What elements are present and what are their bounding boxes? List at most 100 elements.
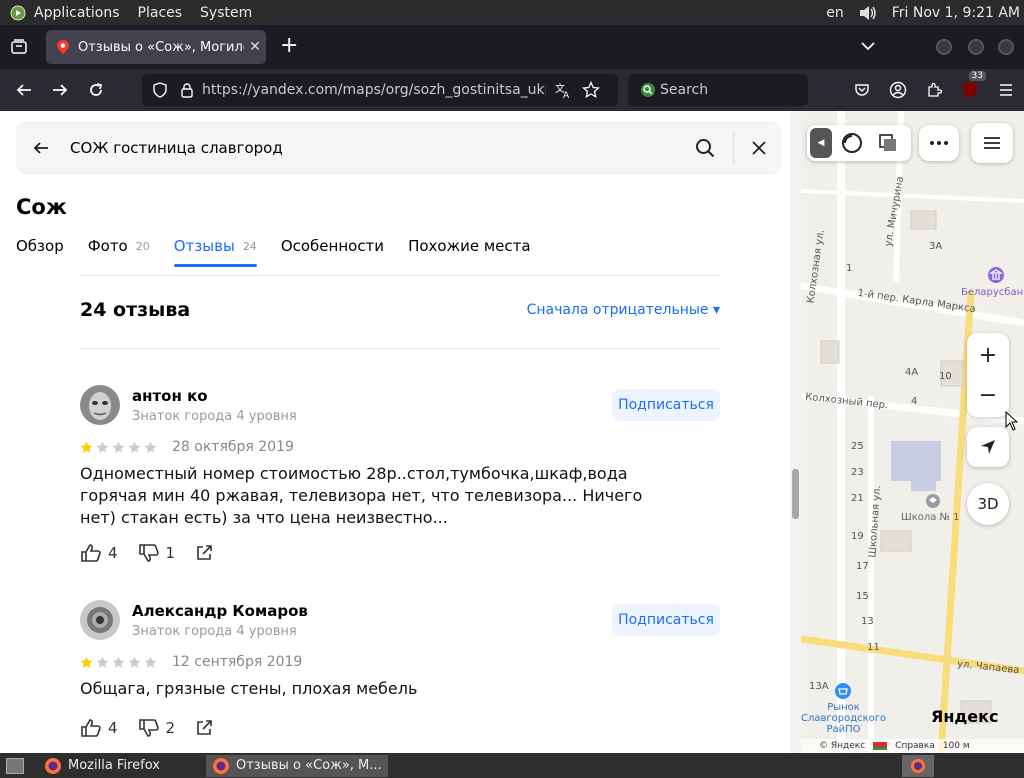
panel-scrollbar[interactable] (790, 111, 801, 753)
volume-icon[interactable] (858, 4, 878, 22)
tab-reviews[interactable]: Отзывы 24 (173, 237, 257, 267)
panorama-icon[interactable] (840, 131, 864, 155)
like-button[interactable]: 4 (80, 718, 118, 738)
app-menu-button[interactable] (988, 74, 1024, 106)
poi-label[interactable]: Рынок Славгородского РайПО (801, 702, 886, 735)
map-more-button[interactable] (919, 125, 959, 161)
applications-icon[interactable] (10, 5, 26, 21)
help-link[interactable]: Справка (895, 741, 935, 751)
rating-stars (80, 441, 157, 454)
account-button[interactable] (880, 74, 916, 106)
web-page: СОЖ гостиница славгород Сож Обзор Фото 20… (0, 111, 1024, 753)
browser-tab-active[interactable]: Отзывы о «Сож», Могилёв ✕ (46, 30, 266, 64)
tab-features[interactable]: Особенности (281, 237, 384, 267)
my-location-button[interactable] (967, 427, 1009, 467)
school-poi-icon[interactable] (925, 493, 941, 509)
show-desktop-icon[interactable] (6, 757, 24, 774)
menu-applications[interactable]: Applications (34, 5, 120, 21)
navigation-arrow-icon (981, 440, 995, 454)
window-maximize-button[interactable] (968, 39, 984, 55)
star-empty-icon (128, 441, 141, 453)
review-author[interactable]: Александр Комаров (132, 602, 308, 620)
tab-photos[interactable]: Фото 20 (88, 237, 150, 267)
review-item: Александр Комаров Знаток города 4 уровня… (80, 600, 720, 750)
maps-search-box[interactable]: СОЖ гостиница славгород (16, 121, 782, 175)
sort-dropdown[interactable]: Сначала отрицательные ▾ (527, 302, 720, 318)
tab-overview[interactable]: Обзор (16, 237, 64, 267)
avatar-image (80, 600, 120, 640)
author-level: Знаток города 4 уровня (132, 409, 297, 424)
menu-system[interactable]: System (200, 5, 252, 21)
taskbar-item-label: Mozilla Firefox (68, 758, 160, 773)
menu-places[interactable]: Places (138, 5, 183, 21)
tab-label: Похожие места (408, 237, 531, 255)
search-icon[interactable] (695, 138, 715, 158)
back-button[interactable] (6, 74, 42, 106)
close-icon[interactable] (752, 141, 766, 155)
translate-icon[interactable]: 文 A (554, 81, 572, 99)
reload-button[interactable] (78, 74, 114, 106)
url-text[interactable]: https://yandex.com/maps/org/sozh_gostini… (202, 82, 546, 98)
poi-label[interactable]: Школа № 1 (901, 512, 960, 523)
map-3d-button[interactable]: 3D (967, 483, 1009, 525)
taskbar-item-page[interactable]: Отзывы о «Сож», М... (206, 754, 388, 777)
tab-similar-places[interactable]: Похожие места (408, 237, 531, 267)
share-button[interactable] (195, 719, 213, 737)
zoom-in-button[interactable]: + (979, 335, 997, 375)
back-arrow-icon[interactable] (32, 140, 50, 156)
list-all-tabs-icon[interactable] (860, 41, 876, 51)
yandex-maps-pin-icon (57, 40, 69, 54)
org-tabs: Обзор Фото 20 Отзывы 24 Особенности Похожи… (16, 237, 555, 267)
bookmark-star-icon[interactable] (582, 81, 600, 99)
house-number: 1 (846, 263, 853, 274)
forward-button[interactable] (42, 74, 78, 106)
avatar[interactable] (80, 600, 120, 640)
bank-poi-icon[interactable] (987, 266, 1005, 284)
review-author[interactable]: антон ко (132, 387, 208, 405)
search-engine-icon (641, 83, 655, 97)
header-divider (80, 348, 720, 349)
clock[interactable]: Fri Nov 1, 9:21 AM (892, 5, 1020, 21)
shield-icon[interactable] (152, 82, 168, 98)
subscribe-button[interactable]: Подписаться (612, 389, 720, 421)
poi-label[interactable]: Беларусбан (961, 287, 1023, 298)
house-number: 23 (851, 467, 864, 478)
tab-close-icon[interactable]: ✕ (244, 39, 266, 55)
yandex-logo: Яндекс (931, 707, 999, 726)
house-number: 13 (861, 616, 874, 627)
house-number: 11 (867, 642, 880, 653)
map-menu-button[interactable] (971, 123, 1013, 163)
ublock-extension-button[interactable]: 33 (952, 71, 988, 106)
dislike-button[interactable]: 1 (138, 543, 175, 563)
map-view[interactable]: Колхозная ул. ул. Мичурина 1-й пер. Карл… (801, 111, 1024, 753)
share-button[interactable] (195, 544, 213, 562)
layers-icon[interactable] (878, 133, 898, 153)
extensions-button[interactable] (916, 74, 952, 106)
zoom-out-button[interactable]: − (979, 375, 997, 415)
pocket-button[interactable] (844, 74, 880, 106)
subscribe-button[interactable]: Подписаться (612, 604, 720, 636)
browser-navigation-bar: https://yandex.com/maps/org/sozh_gostini… (0, 69, 1024, 111)
review-text: Одноместный номер стоимостью 28р..стол,т… (80, 464, 643, 527)
workspace-switcher[interactable] (902, 754, 934, 777)
lock-icon[interactable] (180, 82, 194, 98)
copyright-text[interactable]: © Яндекс (819, 741, 865, 751)
window-minimize-button[interactable] (936, 39, 952, 55)
window-close-button[interactable] (998, 39, 1014, 55)
toolbar-actions: 33 (844, 71, 1024, 106)
scrollbar-thumb[interactable] (792, 469, 799, 519)
collapse-panel-button[interactable]: ◀ (810, 128, 832, 158)
avatar[interactable] (80, 385, 120, 425)
url-bar[interactable]: https://yandex.com/maps/org/sozh_gostini… (142, 74, 618, 106)
rating-stars (80, 656, 157, 669)
search-query-text[interactable]: СОЖ гостиница славгород (70, 139, 695, 157)
web-search-bar[interactable]: Search (628, 74, 808, 106)
keyboard-layout-indicator[interactable]: en (826, 5, 844, 21)
house-number: 21 (851, 493, 864, 504)
tab-overview-icon[interactable] (10, 38, 28, 56)
dislike-button[interactable]: 2 (138, 718, 175, 738)
taskbar-item-firefox[interactable]: Mozilla Firefox (38, 755, 194, 777)
new-tab-button[interactable]: + (280, 33, 298, 58)
market-poi-icon[interactable] (834, 682, 852, 700)
like-button[interactable]: 4 (80, 543, 118, 563)
